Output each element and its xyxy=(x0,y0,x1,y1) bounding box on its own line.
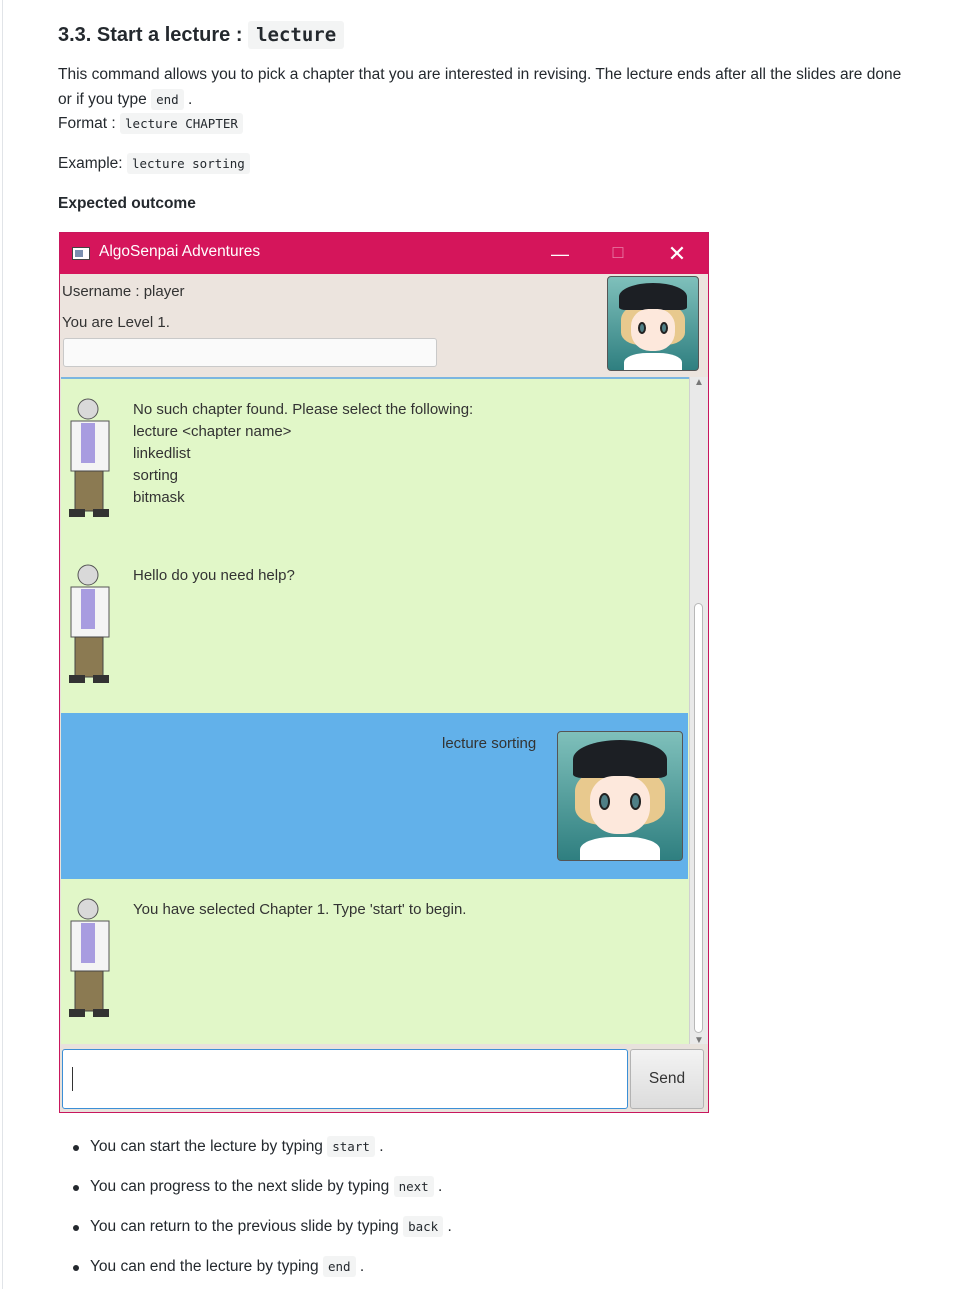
send-button[interactable]: Send xyxy=(630,1049,704,1109)
bot-message: No such chapter found. Please select the… xyxy=(61,379,688,545)
chat-scrollbar[interactable]: ▲ ▼ xyxy=(689,377,708,1046)
level-progress-bar xyxy=(63,338,437,367)
user-message: lecture sorting xyxy=(61,713,688,879)
username-label: Username : player xyxy=(62,283,185,300)
user-message-text: lecture sorting xyxy=(442,735,537,752)
input-area: Send xyxy=(60,1044,708,1112)
window-title: AlgoSenpai Adventures xyxy=(99,243,261,260)
bot-message-text: No such chapter found. Please select the… xyxy=(133,401,474,506)
description-line-1: This command allows you to pick a chapte… xyxy=(58,66,902,83)
end-code: end xyxy=(151,89,184,110)
page-border xyxy=(2,0,3,1289)
professor-sprite xyxy=(69,564,110,683)
example-code: lecture sorting xyxy=(126,153,250,174)
title-bar: AlgoSenpai Adventures — ☐ ✕ xyxy=(60,233,708,274)
app-icon xyxy=(72,247,90,260)
example-line: Example: lecture sorting xyxy=(58,152,250,176)
chat-input[interactable] xyxy=(62,1049,628,1109)
bot-message: You have selected Chapter 1. Type 'start… xyxy=(61,879,688,1046)
list-item: You can progress to the next slide by ty… xyxy=(58,1174,452,1214)
user-info-panel: Username : player You are Level 1. xyxy=(60,274,708,377)
close-button[interactable]: ✕ xyxy=(657,239,697,269)
maximize-button[interactable]: ☐ xyxy=(598,239,638,269)
level-label: You are Level 1. xyxy=(62,314,170,331)
bot-message-text: Hello do you need help? xyxy=(133,567,295,584)
section-heading: 3.3. Start a lecture : lecture xyxy=(58,18,345,52)
bot-message-text: You have selected Chapter 1. Type 'start… xyxy=(133,901,467,918)
description-line-2: or if you type end . xyxy=(58,89,193,110)
chat-pane[interactable]: No such chapter found. Please select the… xyxy=(61,377,689,1046)
app-window: AlgoSenpai Adventures — ☐ ✕ Username : p… xyxy=(59,232,709,1113)
expected-outcome-label: Expected outcome xyxy=(58,195,196,212)
list-item: You can start the lecture by typing star… xyxy=(58,1134,452,1174)
list-item: You can return to the previous slide by … xyxy=(58,1214,452,1254)
professor-sprite xyxy=(69,898,110,1017)
scrollbar-thumb[interactable] xyxy=(694,603,703,1033)
heading-code: lecture xyxy=(248,21,345,49)
scroll-up-icon[interactable]: ▲ xyxy=(690,377,708,388)
text-caret xyxy=(72,1067,73,1091)
player-avatar xyxy=(557,731,683,861)
list-item: You can end the lecture by typing end . xyxy=(58,1254,452,1294)
player-avatar xyxy=(607,276,699,371)
format-line: Format : lecture CHAPTER xyxy=(58,112,243,136)
professor-sprite xyxy=(69,398,110,517)
format-code: lecture CHAPTER xyxy=(120,113,243,134)
bot-message: Hello do you need help? xyxy=(61,545,688,713)
minimize-button[interactable]: — xyxy=(540,239,580,269)
tips-list: You can start the lecture by typing star… xyxy=(58,1134,452,1294)
